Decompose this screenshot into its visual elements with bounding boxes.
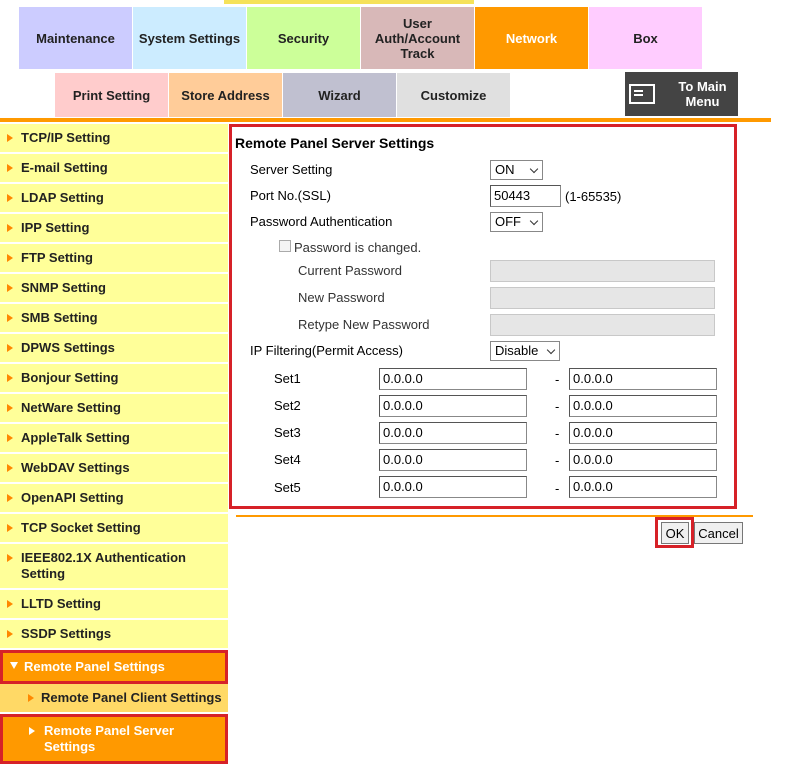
set3-to-input[interactable]: 0.0.0.0 [569,422,717,444]
range-dash: - [555,426,560,441]
tab-box[interactable]: Box [589,7,702,69]
sidebar-item-tcpip[interactable]: TCP/IP Setting [0,124,228,154]
set5-to-input[interactable]: 0.0.0.0 [569,476,717,498]
new-password-field[interactable] [490,287,715,309]
set-label: Set5 [274,480,301,495]
arrow-right-icon [7,254,13,262]
sidebar-item-ldap[interactable]: LDAP Setting [0,184,228,214]
retype-password-field[interactable] [490,314,715,336]
subtab-store-address[interactable]: Store Address [169,73,282,117]
arrow-right-icon [7,630,13,638]
sidebar-item-ftp[interactable]: FTP Setting [0,244,228,274]
arrow-right-icon [7,314,13,322]
set2-to-input[interactable]: 0.0.0.0 [569,395,717,417]
arrow-right-icon [7,524,13,532]
set-label: Set1 [274,371,301,386]
tab-system-settings[interactable]: System Settings [133,7,246,69]
password-changed-checkbox[interactable] [279,240,291,252]
set-label: Set2 [274,398,301,413]
chevron-down-icon [529,164,539,174]
sidebar-item-netware[interactable]: NetWare Setting [0,394,228,424]
sidebar-item-openapi[interactable]: OpenAPI Setting [0,484,228,514]
cancel-button[interactable]: Cancel [694,522,743,544]
range-dash: - [555,453,560,468]
set-label: Set4 [274,452,301,467]
ok-button[interactable]: OK [661,522,689,544]
tab-network[interactable]: Network [475,7,588,69]
password-auth-select[interactable]: OFF [490,212,543,232]
port-input[interactable]: 50443 [490,185,561,207]
arrow-right-icon [28,694,34,702]
sidebar-subitem-remote-panel-server[interactable]: Remote Panel Server Settings [0,714,228,764]
sidebar-item-appletalk[interactable]: AppleTalk Setting [0,424,228,454]
sidebar-item-dpws[interactable]: DPWS Settings [0,334,228,364]
arrow-right-icon [7,164,13,172]
new-password-label: New Password [298,290,385,305]
arrow-right-icon [7,600,13,608]
top-accent-strip [224,0,474,4]
chevron-down-icon [546,345,556,355]
chevron-down-icon [529,216,539,226]
arrow-right-icon [29,727,35,735]
sidebar-item-smb[interactable]: SMB Setting [0,304,228,334]
set2-from-input[interactable]: 0.0.0.0 [379,395,527,417]
arrow-right-icon [7,224,13,232]
ip-filter-select[interactable]: Disable [490,341,560,361]
subtab-print-setting[interactable]: Print Setting [55,73,168,117]
set4-from-input[interactable]: 0.0.0.0 [379,449,527,471]
range-dash: - [555,399,560,414]
arrow-right-icon [7,194,13,202]
set5-from-input[interactable]: 0.0.0.0 [379,476,527,498]
to-main-menu-button[interactable]: To Main Menu [625,72,738,116]
port-range-hint: (1-65535) [565,189,622,204]
sidebar-item-email[interactable]: E-mail Setting [0,154,228,184]
header-divider [0,118,771,122]
sidebar-item-ipp[interactable]: IPP Setting [0,214,228,244]
set1-from-input[interactable]: 0.0.0.0 [379,368,527,390]
arrow-right-icon [7,464,13,472]
range-dash: - [555,481,560,496]
page-title: Remote Panel Server Settings [235,135,435,151]
main-menu-icon [629,84,655,104]
server-setting-select[interactable]: ON [490,160,543,180]
subtab-customize[interactable]: Customize [397,73,510,117]
sidebar-subitem-remote-panel-client[interactable]: Remote Panel Client Settings [0,684,228,714]
password-auth-label: Password Authentication [250,214,393,229]
current-password-field[interactable] [490,260,715,282]
sidebar-item-bonjour[interactable]: Bonjour Setting [0,364,228,394]
port-label: Port No.(SSL) [250,188,331,203]
sidebar-item-snmp[interactable]: SNMP Setting [0,274,228,304]
sidebar-item-lltd[interactable]: LLTD Setting [0,590,228,620]
arrow-right-icon [7,344,13,352]
sidebar-item-ssdp[interactable]: SSDP Settings [0,620,228,650]
arrow-down-icon [10,662,18,669]
arrow-right-icon [7,434,13,442]
password-changed-label: Password is changed. [294,240,422,255]
set1-to-input[interactable]: 0.0.0.0 [569,368,717,390]
set3-from-input[interactable]: 0.0.0.0 [379,422,527,444]
range-dash: - [555,372,560,387]
tab-security[interactable]: Security [247,7,360,69]
ip-filter-label: IP Filtering(Permit Access) [250,343,403,358]
current-password-label: Current Password [298,263,403,278]
arrow-right-icon [7,554,13,562]
subtab-wizard[interactable]: Wizard [283,73,396,117]
sidebar-item-tcp-socket[interactable]: TCP Socket Setting [0,514,228,544]
tab-maintenance[interactable]: Maintenance [19,7,132,69]
server-setting-label: Server Setting [250,162,333,177]
retype-password-label: Retype New Password [298,317,430,332]
tab-user-auth-account-track[interactable]: User Auth/Account Track [361,7,474,69]
sidebar-nav: TCP/IP Setting E-mail Setting LDAP Setti… [0,124,228,764]
arrow-right-icon [7,404,13,412]
arrow-right-icon [7,494,13,502]
arrow-right-icon [7,284,13,292]
arrow-right-icon [7,134,13,142]
set4-to-input[interactable]: 0.0.0.0 [569,449,717,471]
sidebar-item-webdav[interactable]: WebDAV Settings [0,454,228,484]
set-label: Set3 [274,425,301,440]
sidebar-item-remote-panel[interactable]: Remote Panel Settings [0,650,228,684]
sidebar-item-ieee8021x[interactable]: IEEE802.1X Authentication Setting [0,544,228,590]
arrow-right-icon [7,374,13,382]
